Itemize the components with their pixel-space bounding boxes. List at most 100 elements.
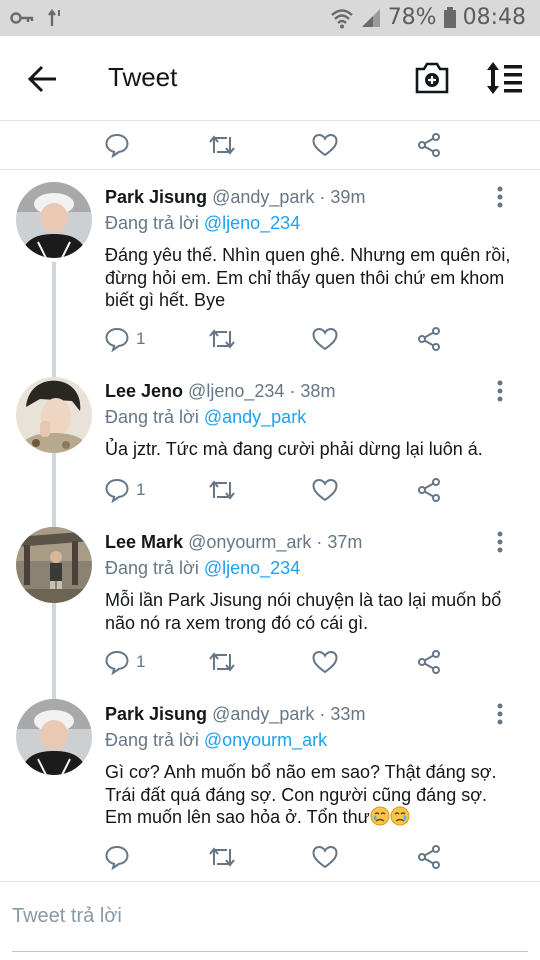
reply-icon [105,650,129,675]
reply-count: 1 [136,480,146,499]
divider [0,881,540,882]
user-handle[interactable]: @onyourm_ark [188,532,311,552]
reply-button[interactable]: 1 [104,324,208,354]
signal-icon [361,8,380,27]
timestamp: · 33m [319,704,366,724]
share-icon [418,478,440,502]
avatar[interactable] [16,699,92,775]
user-name[interactable]: Park Jisung [105,704,207,724]
retweet-icon [209,135,235,155]
timestamp: · 38m [289,381,336,401]
mention-link[interactable]: @andy_park [204,407,306,427]
reply-button[interactable] [104,130,208,160]
heart-icon [312,327,338,351]
battery-percent: 78% [387,5,437,30]
mention-link[interactable]: @ljeno_234 [204,213,300,233]
tweet-text: Ủa jztr. Tức mà đang cười phải dừng lại … [105,439,483,459]
like-button[interactable] [312,842,416,872]
user-handle[interactable]: @andy_park [212,704,314,724]
share-icon [418,327,440,351]
reply-icon [105,327,129,352]
user-name[interactable]: Lee Jeno [105,381,183,401]
action-bar: 1 [104,475,520,505]
share-button[interactable] [416,475,520,505]
camera-add-icon[interactable] [414,60,450,96]
wifi-icon [330,8,353,28]
user-handle[interactable]: @andy_park [212,187,314,207]
share-button[interactable] [416,130,520,160]
reply-icon [105,133,129,158]
avatar[interactable] [16,182,92,258]
heart-icon [312,133,338,157]
replying-to-label: Đang trả lời [105,558,199,578]
reply-button[interactable] [104,842,208,872]
replying-to: Đang trả lời @ljeno_234 [105,558,300,579]
reply-count: 1 [136,652,146,671]
parent-tweet-actions-band [0,121,540,169]
more-options-icon[interactable] [490,380,510,404]
tweet-text: Gì cơ? Anh muốn bổ não em sao? Thật đáng… [105,761,515,829]
share-icon [418,133,440,157]
share-icon [418,650,440,674]
tweet-header: Park Jisung @andy_park · 33m [105,703,365,725]
reply-button[interactable]: 1 [104,475,208,505]
reply-compose-input[interactable]: Tweet trả lời [12,905,528,952]
like-button[interactable] [312,647,416,677]
retweet-icon [209,329,235,349]
replying-to: Đang trả lời @ljeno_234 [105,213,300,234]
more-options-icon[interactable] [490,186,510,210]
replying-to-label: Đang trả lời [105,407,199,427]
user-handle[interactable]: @ljeno_234 [188,381,284,401]
like-button[interactable] [312,324,416,354]
reply-count: 1 [136,329,146,348]
retweet-button[interactable] [208,842,312,872]
crying-face-emoji-icon [370,806,390,826]
battery-icon [443,6,456,28]
retweet-button[interactable] [208,475,312,505]
share-button[interactable] [416,324,520,354]
tweet-text: Mỗi lần Park Jisung nói chuyện là tao lạ… [105,590,502,633]
replying-to: Đang trả lời @andy_park [105,407,306,428]
app-bar: Tweet [0,36,540,121]
heart-icon [312,845,338,869]
retweet-icon [209,480,235,500]
retweet-button[interactable] [208,130,312,160]
avatar[interactable] [16,527,92,603]
action-bar [104,130,520,160]
tweet-text-content: Gì cơ? Anh muốn bổ não em sao? Thật đáng… [105,762,497,827]
like-button[interactable] [312,475,416,505]
mention-link[interactable]: @onyourm_ark [204,730,327,750]
retweet-button[interactable] [208,647,312,677]
retweet-icon [209,847,235,867]
reply-icon [105,845,129,870]
tweet-header: Lee Mark @onyourm_ark · 37m [105,531,362,553]
like-button[interactable] [312,130,416,160]
retweet-button[interactable] [208,324,312,354]
share-button[interactable] [416,842,520,872]
action-bar: 1 [104,647,520,677]
retweet-icon [209,652,235,672]
action-bar [104,842,520,872]
action-bar: 1 [104,324,520,354]
user-name[interactable]: Park Jisung [105,187,207,207]
timestamp: · 39m [319,187,366,207]
tweet-header: Lee Jeno @ljeno_234 · 38m [105,380,335,402]
key-icon [10,12,34,24]
crying-face-emoji-icon [390,806,410,826]
more-options-icon[interactable] [490,703,510,727]
reply-button[interactable]: 1 [104,647,208,677]
mention-link[interactable]: @ljeno_234 [204,558,300,578]
reply-icon [105,478,129,503]
share-button[interactable] [416,647,520,677]
more-options-icon[interactable] [490,531,510,555]
heart-icon [312,478,338,502]
status-bar: 78% 08:48 [0,0,540,36]
avatar[interactable] [16,377,92,453]
timestamp: · 37m [316,532,363,552]
tweet-text: Đáng yêu thế. Nhìn quen ghê. Nhưng em qu… [105,245,511,310]
back-arrow-icon[interactable] [26,62,60,96]
data-arrow-icon [48,9,60,26]
sort-icon[interactable] [484,60,524,96]
user-name[interactable]: Lee Mark [105,532,183,552]
replying-to-label: Đang trả lời [105,213,199,233]
